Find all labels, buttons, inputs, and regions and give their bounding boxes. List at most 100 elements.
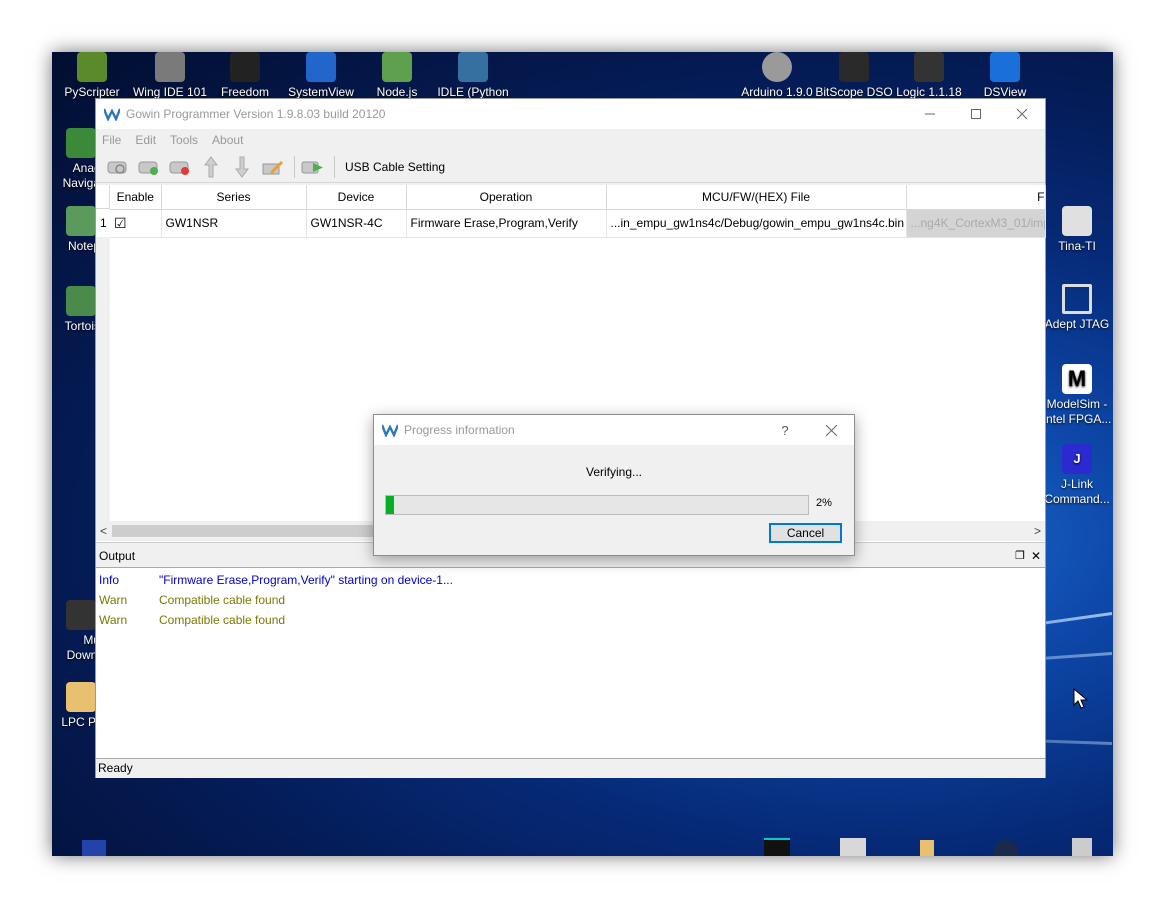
window-title: Gowin Programmer Version 1.9.8.03 build …: [126, 107, 386, 121]
tina-icon: [1062, 206, 1092, 236]
arrow-down-icon: [235, 156, 249, 178]
desktop-icon-idle[interactable]: IDLE (Python: [434, 52, 512, 100]
dialog-titlebar[interactable]: Progress information ?: [374, 415, 854, 445]
log-row: Info "Firmware Erase,Program,Verify" star…: [99, 573, 453, 587]
table-corner: [96, 185, 110, 209]
remove-icon: [169, 161, 189, 175]
dsview-icon: [990, 52, 1020, 82]
menu-edit[interactable]: Edit: [135, 133, 156, 147]
progress-bar: [385, 495, 809, 515]
taskbar-partial-icon: [840, 838, 866, 856]
close-icon: [1017, 109, 1027, 119]
log-row: Warn Compatible cable found: [99, 613, 286, 627]
programmer-window: Gowin Programmer Version 1.9.8.03 build …: [95, 98, 1046, 778]
desktop-icon-lpc[interactable]: LPC Pr: [52, 682, 100, 730]
menu-tools[interactable]: Tools: [170, 133, 198, 147]
table-row[interactable]: ☑ GW1NSR GW1NSR-4C Firmware Erase,Progra…: [110, 209, 1046, 238]
taskbar-partial-icon: [994, 840, 1018, 856]
progress-dialog: Progress information ? Verifying... 2% C…: [373, 414, 855, 556]
desktop-icon-freedom[interactable]: Freedom: [206, 52, 284, 100]
desktop-icon-logic[interactable]: Logic 1.1.18: [890, 52, 968, 100]
desktop-icon-systemview[interactable]: SystemView: [282, 52, 360, 100]
desktop-icon-nodejs[interactable]: Node.js: [358, 52, 436, 100]
dialog-close-button[interactable]: [808, 415, 854, 445]
wing-ide-icon: [155, 52, 185, 82]
nodejs-icon: [382, 52, 412, 82]
status-bar: Ready: [96, 759, 1045, 778]
desktop-icon-dsview[interactable]: DSView: [966, 52, 1044, 100]
desktop-icon-modelsim[interactable]: M ModelSim - Intel FPGA...: [1042, 364, 1112, 427]
minimize-button[interactable]: [907, 99, 953, 129]
device-table: Enable Series Device Operation MCU/FW/(H…: [110, 185, 1046, 238]
menu-about[interactable]: About: [212, 133, 243, 147]
column-file[interactable]: MCU/FW/(HEX) File: [606, 185, 907, 210]
desktop-icon-tina[interactable]: Tina-TI: [1042, 206, 1112, 254]
desktop-icon-notepad[interactable]: Notep: [52, 206, 100, 254]
logic-icon: [914, 52, 944, 82]
dialog-title: Progress information: [404, 423, 515, 437]
maximize-icon: [971, 109, 981, 119]
mouse-cursor-icon: [1073, 688, 1089, 709]
tortoise-icon: [66, 286, 96, 316]
mu-icon: [66, 600, 96, 630]
cell-series[interactable]: GW1NSR: [161, 209, 307, 238]
progress-percent: 2%: [816, 497, 832, 509]
taskbar-partial-icon: [1072, 838, 1092, 856]
cell-file[interactable]: ...in_empu_gw1ns4c/Debug/gowin_empu_gw1n…: [606, 209, 907, 238]
window-titlebar[interactable]: Gowin Programmer Version 1.9.8.03 build …: [96, 99, 1045, 129]
column-extra[interactable]: F: [906, 185, 1046, 210]
close-panel-icon[interactable]: ✕: [1031, 547, 1041, 565]
move-up-button[interactable]: [197, 155, 225, 179]
cell-device[interactable]: GW1NSR-4C: [306, 209, 407, 238]
desktop-icon-bitscope[interactable]: BitScope DSO: [815, 52, 893, 100]
move-down-button[interactable]: [228, 155, 256, 179]
scroll-left-icon[interactable]: <: [100, 524, 107, 538]
program-button[interactable]: [299, 155, 327, 179]
scroll-right-icon[interactable]: >: [1034, 524, 1041, 538]
scan-device-button[interactable]: [104, 155, 132, 179]
help-button[interactable]: ?: [762, 415, 808, 445]
desktop-icon-wing-ide[interactable]: Wing IDE 101: [131, 52, 209, 100]
desktop-icon-anaconda[interactable]: Anac Naviga: [52, 128, 100, 191]
program-icon: [301, 161, 323, 173]
toolbar-separator: [294, 155, 295, 178]
desktop-icon-pyscripter[interactable]: PyScripter: [53, 52, 131, 100]
maximize-button[interactable]: [953, 99, 999, 129]
desktop-icon-arduino[interactable]: Arduino 1.9.0: [738, 52, 816, 100]
close-button[interactable]: [999, 99, 1045, 129]
edit-button[interactable]: [259, 155, 287, 179]
progress-fill: [386, 496, 395, 514]
lpc-icon: [66, 682, 96, 712]
desktop-icon-adept[interactable]: Adept JTAG: [1042, 284, 1112, 332]
status-text: Ready: [98, 761, 133, 775]
desktop-icon-jlink[interactable]: J J-Link Command...: [1042, 444, 1112, 507]
column-enable[interactable]: Enable: [110, 185, 162, 210]
row-number: 1: [96, 209, 110, 237]
gowin-logo-icon: [104, 108, 120, 121]
scan-icon: [107, 161, 127, 174]
cancel-button[interactable]: Cancel: [769, 523, 842, 543]
menu-file[interactable]: File: [102, 133, 121, 147]
enable-checkbox[interactable]: ☑: [110, 209, 162, 238]
add-device-button[interactable]: [135, 155, 163, 179]
desktop-icon-mu[interactable]: Mu Downl: [52, 600, 100, 663]
cell-operation[interactable]: Firmware Erase,Program,Verify: [406, 209, 607, 238]
float-panel-icon[interactable]: ❐: [1015, 547, 1025, 565]
column-operation[interactable]: Operation: [406, 185, 607, 210]
log-row: Warn Compatible cable found: [99, 593, 286, 607]
desktop-icon-tortoise[interactable]: Tortois: [52, 286, 100, 334]
bitscope-icon: [839, 52, 869, 82]
pyscripter-icon: [77, 52, 107, 82]
minimize-icon: [925, 113, 935, 115]
column-device[interactable]: Device: [306, 185, 407, 210]
remove-device-button[interactable]: [166, 155, 194, 179]
jlink-icon: J: [1062, 444, 1092, 474]
usb-cable-setting-button[interactable]: USB Cable Setting: [345, 160, 445, 174]
cell-extra-file[interactable]: ...ng4K_CortexM3_01/imp: [906, 209, 1046, 238]
anaconda-icon: [66, 128, 96, 158]
pencil-icon: [262, 160, 283, 174]
taskbar-partial-icon: [920, 840, 934, 856]
toolbar: USB Cable Setting: [96, 151, 1045, 183]
taskbar-partial-icon: [764, 838, 790, 856]
column-series[interactable]: Series: [161, 185, 307, 210]
